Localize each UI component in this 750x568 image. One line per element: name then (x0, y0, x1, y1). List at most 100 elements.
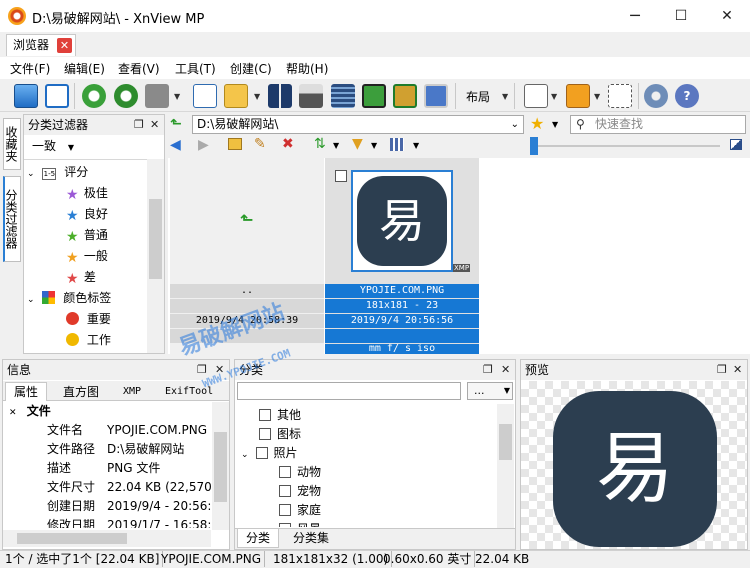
category-item[interactable]: 其他 (259, 406, 301, 425)
collapse-chevron-icon[interactable]: ⌄ (27, 169, 35, 179)
tab-xmp[interactable]: XMP (123, 383, 141, 401)
scanner-icon[interactable] (331, 84, 355, 108)
info-hscrollbar[interactable] (3, 530, 211, 547)
tree-node-work[interactable]: 工作 (66, 330, 111, 351)
filter-icon[interactable]: ▼ (352, 136, 363, 152)
rename-icon[interactable]: ✎ (254, 136, 266, 152)
chevron-down-icon[interactable]: ▼ (551, 92, 557, 101)
close-panel-icon[interactable]: ✕ (501, 360, 510, 380)
close-panel-icon[interactable]: ✕ (150, 115, 159, 135)
tree-node-important[interactable]: 重要 (66, 309, 111, 330)
tree-node-color-labels[interactable]: ⌄ 颜色标签 (27, 288, 111, 309)
menu-create[interactable]: 创建(C) (230, 60, 272, 77)
checkbox[interactable] (259, 428, 271, 440)
menu-edit[interactable]: 编辑(E) (64, 60, 105, 77)
maximize-button[interactable]: ☐ (658, 0, 704, 32)
collapse-chevron-icon[interactable]: ⌄ (241, 450, 249, 460)
sort-icon[interactable]: ⇅ (314, 136, 326, 152)
fullscreen-icon[interactable] (45, 84, 69, 108)
chevron-down-icon[interactable]: ▼ (333, 141, 339, 150)
checkbox[interactable] (279, 466, 291, 478)
preview-canvas[interactable]: 易 (521, 381, 747, 549)
checkbox[interactable] (255, 447, 268, 459)
refresh-icon[interactable] (82, 84, 106, 108)
scrollbar-thumb[interactable] (17, 533, 127, 544)
collapse-chevron-icon[interactable]: ✕ (9, 408, 17, 418)
collapse-chevron-icon[interactable]: ⌄ (27, 295, 35, 305)
category-item[interactable]: 家庭 (279, 501, 321, 520)
select-checkbox[interactable] (335, 170, 347, 182)
chevron-down-icon[interactable]: ▼ (254, 92, 260, 101)
menu-file[interactable]: 文件(F) (10, 60, 50, 77)
tag-icon[interactable] (566, 84, 590, 108)
tab-categories[interactable]: 分类 (237, 529, 280, 548)
rating-icon[interactable] (524, 84, 548, 108)
tab-category-filter[interactable]: 分类过滤器 (3, 176, 21, 262)
tree-node-excellent[interactable]: ★ 极佳 (66, 183, 108, 204)
batch-icon[interactable] (145, 84, 169, 108)
category-search-input[interactable] (237, 382, 461, 400)
filter-mode-select[interactable]: 一致 ▼ (32, 137, 74, 154)
category-item[interactable]: 风景 (279, 520, 321, 527)
chevron-down-icon[interactable]: ▼ (174, 92, 180, 101)
reload-icon[interactable] (114, 84, 138, 108)
chevron-down-icon[interactable]: ⌄ (511, 116, 519, 133)
layout-button[interactable]: 布局 (466, 88, 490, 105)
info-scrollbar[interactable] (212, 402, 229, 530)
tree-node-normal[interactable]: ★ 普通 (66, 225, 108, 246)
checkbox[interactable] (279, 504, 291, 516)
chevron-down-icon[interactable]: ▼ (413, 141, 419, 150)
scrollbar-thumb[interactable] (214, 432, 227, 502)
view-mode-icon[interactable] (390, 138, 404, 151)
delete-icon[interactable]: ✖ (282, 136, 294, 152)
category-scrollbar[interactable] (497, 404, 514, 528)
checkbox[interactable] (279, 523, 291, 527)
forward-arrow-icon[interactable]: ▶ (198, 137, 209, 153)
tab-histogram[interactable]: 直方图 (63, 383, 99, 401)
checkbox[interactable] (259, 409, 271, 421)
float-panel-icon[interactable]: ❐ (134, 115, 144, 135)
category-item[interactable]: 图标 (259, 425, 301, 444)
tab-category-sets[interactable]: 分类集 (293, 529, 329, 548)
thumbnail-image[interactable]: 易 XMP YPOJIE.COM.PNG 181x181 - 23 2019/9… (325, 158, 479, 354)
chevron-down-icon[interactable]: ▼ (594, 92, 600, 101)
category-item[interactable]: ⌄ 照片 (241, 444, 298, 463)
close-button[interactable]: ✕ (704, 0, 750, 32)
tree-node-rating[interactable]: ⌄ 1-5 评分 (27, 162, 88, 183)
menu-view[interactable]: 查看(V) (118, 60, 160, 77)
menu-tools[interactable]: 工具(T) (175, 60, 216, 77)
checkbox[interactable] (279, 485, 291, 497)
thumbnail-size-slider[interactable] (530, 137, 720, 155)
chevron-down-icon[interactable]: ▼ (371, 141, 377, 150)
help-icon[interactable]: ? (675, 84, 699, 108)
info-section-file[interactable]: ✕ 文件 (9, 402, 51, 421)
print-icon[interactable] (299, 84, 323, 108)
quick-search-input[interactable]: ⚲ 快速查找 (570, 115, 746, 134)
convert-icon[interactable] (362, 84, 386, 108)
category-item[interactable]: 宠物 (279, 482, 321, 501)
open-icon[interactable] (14, 84, 38, 108)
hierarchy-icon[interactable] (608, 84, 632, 108)
new-folder-icon[interactable] (228, 138, 242, 150)
slider-handle[interactable] (530, 137, 538, 155)
tab-browser[interactable]: 浏览器 ✕ (6, 34, 77, 56)
chevron-down-icon[interactable]: ▼ (552, 120, 558, 129)
scrollbar-thumb[interactable] (149, 199, 162, 279)
export-icon[interactable] (393, 84, 417, 108)
category-item[interactable]: 动物 (279, 463, 321, 482)
settings-gear-icon[interactable] (644, 84, 668, 108)
maximize-view-icon[interactable] (730, 139, 742, 150)
tree-node-poor[interactable]: ★ 差 (66, 267, 96, 288)
info-icon[interactable] (193, 84, 217, 108)
favorite-star-icon[interactable]: ★ (530, 114, 544, 133)
back-arrow-icon[interactable]: ◀ (170, 137, 181, 153)
chevron-down-icon[interactable]: ▼ (502, 92, 508, 101)
tab-properties[interactable]: 属性 (5, 382, 48, 401)
float-panel-icon[interactable]: ❐ (483, 360, 493, 380)
tab-close-icon[interactable]: ✕ (57, 38, 73, 53)
tree-node-fair[interactable]: ★ 一般 (66, 246, 108, 267)
float-panel-icon[interactable]: ❐ (717, 360, 727, 380)
menu-help[interactable]: 帮助(H) (286, 60, 328, 77)
binoculars-icon[interactable] (268, 84, 292, 108)
filter-scrollbar[interactable] (147, 159, 164, 353)
